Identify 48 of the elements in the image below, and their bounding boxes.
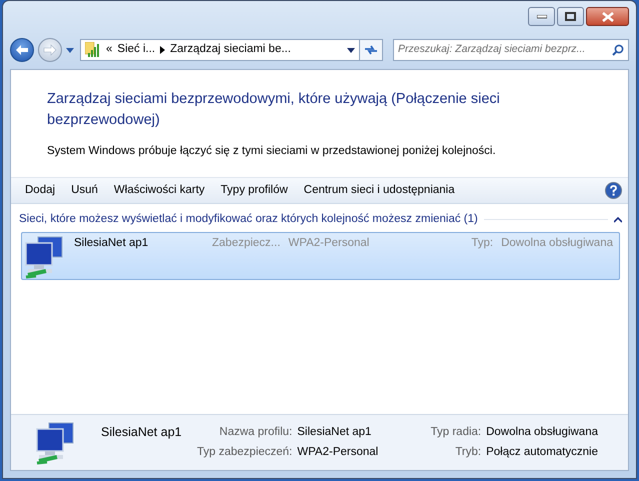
field-value: SilesiaNet ap1 [297, 425, 372, 440]
field-label: Typ zabezpieczeń: [197, 444, 292, 460]
maximize-button[interactable] [557, 7, 584, 26]
back-button[interactable] [10, 38, 34, 62]
security-label: Zabezpiecz... [212, 236, 280, 251]
page-heading: Zarządzaj sieciami bezprzewodowymi, które używają (Połączenie sieci bezprzewodowej) [46, 90, 501, 130]
address-bar[interactable]: « Sieć i... Zarządzaj sieciami be... [80, 39, 360, 61]
refresh-button[interactable] [359, 39, 383, 61]
field-label: Typ radia: [430, 425, 482, 440]
minimize-icon [536, 14, 546, 18]
security-value: WPA2-Personal [288, 236, 370, 251]
help-icon[interactable] [605, 182, 622, 200]
forward-arrow-icon [43, 44, 57, 56]
field-label: Tryb: [454, 444, 482, 460]
toolbar-button[interactable]: Centrum sieci i udostępniania [296, 180, 463, 202]
toolbar-button[interactable]: Typy profilów [212, 180, 296, 202]
type-value: Dowolna obsługiwana [501, 236, 613, 251]
minimize-button[interactable] [528, 7, 555, 26]
network-list-item[interactable]: SilesiaNet ap1 Zabezpiecz... WPA2-Personal Typ: Dowolna obsługiwana [21, 232, 620, 280]
type-label: Typ: [471, 236, 494, 251]
field-value: Dowolna obsługiwana [486, 425, 598, 440]
toolbar-button[interactable]: Dodaj [17, 180, 64, 202]
network-computers-icon [25, 236, 62, 278]
toolbar-button[interactable]: Właściwości karty [106, 180, 213, 202]
group-header[interactable]: Sieci, które możesz wyświetlać i modyfikować oraz których kolejność możesz zmieniać (1) [19, 211, 478, 229]
collapse-chevron-icon[interactable] [614, 216, 622, 223]
field-value: WPA2-Personal [297, 444, 378, 460]
search-field[interactable]: Przeszukaj: Zarządzaj sieciami bezprz... [393, 39, 629, 61]
history-dropdown-icon[interactable] [66, 48, 74, 52]
network-computers-icon [36, 422, 74, 464]
close-button[interactable] [586, 7, 629, 26]
breadcrumb-arrow-icon[interactable] [160, 46, 166, 54]
back-arrow-icon [15, 44, 29, 56]
network-signal-icon [85, 42, 101, 58]
close-icon [602, 12, 614, 22]
network-name: SilesiaNet ap1 [74, 236, 150, 251]
description-text: System Windows próbuje łączyć się z tymi sieciami w przedstawionej poniżej kolejności. [46, 144, 497, 160]
field-label: Nazwa profilu: [218, 425, 292, 440]
overflow-chevron[interactable]: « [106, 41, 112, 59]
field-value: Połącz automatycznie [486, 444, 598, 460]
search-icon [612, 44, 624, 56]
breadcrumb-item[interactable]: Zarządzaj sieciami be... [170, 41, 291, 59]
breadcrumb-item[interactable]: Sieć i... [117, 41, 156, 59]
refresh-icon [364, 44, 378, 56]
maximize-icon [565, 12, 576, 21]
toolbar-button[interactable]: Usuń [63, 180, 106, 202]
dropdown-arrow-icon[interactable] [347, 48, 355, 52]
details-network-name: SilesiaNet ap1 [101, 424, 183, 441]
